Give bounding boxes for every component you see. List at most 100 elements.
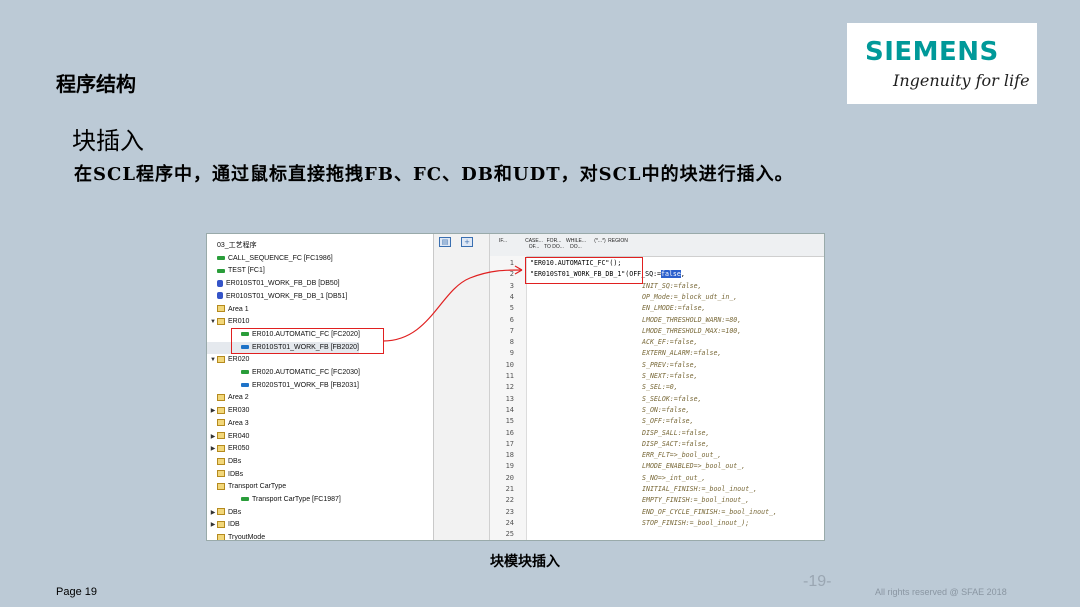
code-line[interactable]: LMODE_THRESHOLD_WARN:=80,: [642, 315, 741, 326]
copyright: All rights reserved @ SFAE 2018: [875, 587, 1007, 597]
tree-item[interactable]: CALL_SEQUENCE_FC [FC1986]: [207, 253, 333, 265]
code-text: LMODE_THRESHOLD_WARN:=80,: [642, 315, 742, 324]
toolbar-6-button[interactable]: REGION: [608, 238, 628, 244]
tree-item-label: ER010: [228, 318, 250, 326]
tree-item[interactable]: TryoutMode: [207, 532, 265, 540]
code-line[interactable]: EN_LMODE:=false,: [642, 303, 706, 314]
tree-item[interactable]: ▶ DBs: [207, 507, 241, 519]
tree-item-label: Transport CarType: [228, 483, 287, 491]
folder-icon: [217, 508, 225, 516]
code-line[interactable]: LMODE_ENABLED=>_bool_out_,: [642, 461, 745, 472]
code-text: S_PREV:=false,: [642, 360, 698, 369]
code-line[interactable]: S_SEL:=0,: [642, 382, 678, 393]
code-line[interactable]: END_OF_CYCLE_FINISH:=_bool_inout_,: [642, 507, 777, 518]
tree-item-label: ER020.AUTOMATIC_FC [FC2030]: [252, 369, 360, 376]
tree-item-label: CALL_SEQUENCE_FC [FC1986]: [228, 254, 333, 262]
chevron-right-icon[interactable]: ▶: [209, 519, 217, 531]
line-number: 22: [505, 496, 514, 505]
tree-item[interactable]: Transport CarType [FC1987]: [207, 494, 341, 506]
code-text: DISP_SACT:=false,: [642, 439, 710, 448]
code-line[interactable]: OP_Mode:=_block_udt_in_,: [642, 292, 737, 303]
fb-icon: [241, 382, 249, 387]
toolbar-2-button[interactable]: CASE... OF...: [524, 238, 544, 250]
tree-view-icon[interactable]: ▤: [439, 237, 451, 247]
folder-icon: [217, 305, 225, 313]
tree-item[interactable]: ▼ ER010: [207, 316, 249, 328]
line-number: 24: [505, 518, 514, 527]
tree-item[interactable]: Transport CarType: [207, 481, 286, 493]
tree-item[interactable]: ▶ ER030: [207, 405, 249, 417]
toolbar-5-button[interactable]: (*...*): [590, 238, 610, 244]
code-line[interactable]: ACK_EF:=false,: [642, 337, 698, 348]
code-line[interactable]: ERR_FLT=>_bool_out_,: [642, 450, 721, 461]
chevron-down-icon[interactable]: ▼: [209, 316, 217, 328]
tree-item[interactable]: ▶ ER040: [207, 431, 249, 443]
toolbar-4-button[interactable]: WHILE... DO...: [566, 238, 586, 250]
tree-item[interactable]: 03_工艺程序: [207, 240, 257, 252]
tree-item-label: ER010ST01_WORK_FB_DB [DB50]: [226, 280, 340, 288]
tree-item-label: ER020: [228, 356, 250, 364]
tree-item[interactable]: ER020ST01_WORK_FB [FB2031]: [207, 380, 359, 392]
code-line[interactable]: S_PREV:=false,: [642, 360, 698, 371]
tree-item[interactable]: ER010ST01_WORK_FB_DB_1 [DB51]: [207, 291, 347, 303]
chevron-right-icon[interactable]: ▶: [209, 431, 217, 443]
code-line[interactable]: S_NEXT:=false,: [642, 371, 698, 382]
folder-icon: [217, 394, 225, 402]
line-number: 4: [509, 292, 514, 301]
tree-item-label: IDBs: [228, 470, 244, 478]
tree-item-label: Area 3: [228, 419, 249, 427]
tree-item-label: Transport CarType [FC1987]: [252, 496, 341, 503]
line-number: 14: [505, 405, 514, 414]
line-number: 17: [505, 439, 514, 448]
code-line[interactable]: EXTERN_ALARM:=false,: [642, 348, 721, 359]
code-tail: ,: [680, 270, 685, 279]
tree-item[interactable]: ER010ST01_WORK_FB_DB [DB50]: [207, 278, 340, 290]
db-icon: [217, 292, 223, 300]
tree-item[interactable]: Area 2: [207, 392, 249, 404]
tree-item[interactable]: ▶ IDB: [207, 519, 240, 531]
code-line[interactable]: INITIAL_FINISH:=_bool_inout_,: [642, 484, 757, 495]
tree-item[interactable]: ▼ ER020: [207, 354, 249, 366]
siemens-logo: SIEMENS Ingenuity for life: [847, 23, 1037, 104]
code-text: EMPTY_FINISH:=_bool_inout_,: [642, 496, 750, 505]
code-text: S_NEXT:=false,: [642, 372, 698, 380]
code-line[interactable]: LMODE_THRESHOLD_MAX:=100,: [642, 326, 741, 337]
logo-tagline: Ingenuity for life: [893, 71, 1030, 90]
code-line[interactable]: DISP_SALL:=false,: [642, 428, 710, 439]
code-text: OP_Mode:=_block_udt_in_,: [642, 292, 738, 301]
chevron-right-icon[interactable]: ▶: [209, 507, 217, 519]
code-line[interactable]: DISP_SACT:=false,: [642, 439, 710, 450]
source-block-highlight: [231, 328, 384, 354]
code-line[interactable]: EMPTY_FINISH:=_bool_inout_,: [642, 495, 749, 506]
code-line[interactable]: S_ON:=false,: [642, 405, 690, 416]
chevron-right-icon[interactable]: ▶: [209, 443, 217, 455]
code-line[interactable]: INIT_SQ:=false,: [642, 281, 702, 292]
chevron-down-icon[interactable]: ▼: [209, 354, 217, 366]
toolbar-3-button[interactable]: FOR... TO DO...: [544, 238, 564, 250]
chevron-right-icon[interactable]: ▶: [209, 405, 217, 417]
code-line[interactable]: S_NO=>_int_out_,: [642, 473, 706, 484]
code-line[interactable]: S_OFF:=false,: [642, 416, 694, 427]
tree-item[interactable]: ▶ ER050: [207, 443, 249, 455]
toolbar-1-button[interactable]: IF...: [496, 238, 510, 244]
tree-item-label: IDB: [228, 521, 240, 529]
line-number: 11: [505, 372, 514, 380]
page-number: -19-: [803, 573, 832, 590]
code-line[interactable]: S_SELOK:=false,: [642, 394, 702, 405]
code-text: INITIAL_FINISH:=_bool_inout_,: [642, 485, 758, 493]
tree-item-label: ER040: [228, 432, 250, 440]
logo-wordmark: SIEMENS: [865, 37, 999, 67]
tree-item[interactable]: Area 3: [207, 418, 249, 430]
page-label: Page 19: [56, 586, 97, 598]
tree-item[interactable]: ER020.AUTOMATIC_FC [FC2030]: [207, 367, 360, 379]
code-line[interactable]: STOP_FINISH:=_bool_inout_);: [642, 518, 749, 529]
tree-item[interactable]: TEST [FC1]: [207, 265, 265, 277]
tree-item-label: ER020ST01_WORK_FB [FB2031]: [252, 381, 359, 389]
line-number: 2: [509, 270, 514, 279]
tree-item[interactable]: IDBs: [207, 469, 243, 481]
tree-add-icon[interactable]: +: [461, 237, 473, 247]
tree-item[interactable]: DBs: [207, 456, 241, 468]
tree-item-label: TEST [FC1]: [228, 267, 265, 275]
tree-item[interactable]: Area 1: [207, 304, 249, 316]
folder-icon: [217, 317, 225, 325]
